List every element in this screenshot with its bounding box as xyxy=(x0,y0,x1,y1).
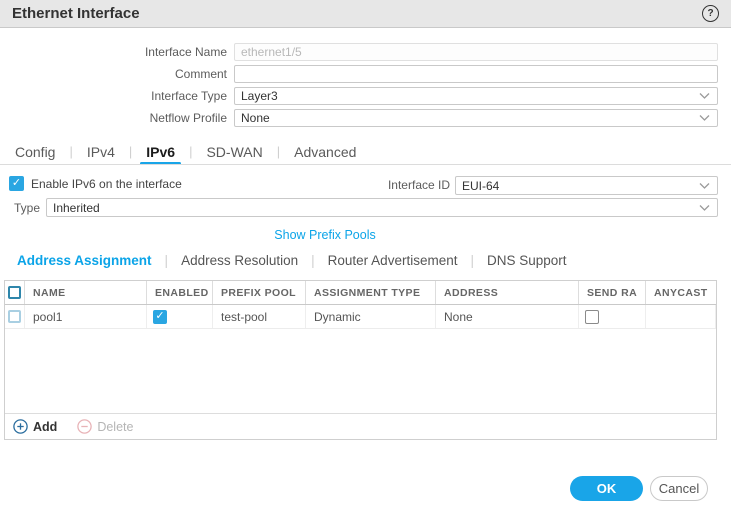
plus-circle-icon xyxy=(13,419,28,434)
netflow-profile-select[interactable]: None xyxy=(234,109,718,127)
interface-name-field: ethernet1/5 xyxy=(234,43,718,61)
tab-separator: | xyxy=(69,144,73,159)
table-body: pool1 ✓ test-pool Dynamic None xyxy=(5,305,716,329)
check-icon: ✓ xyxy=(11,177,22,189)
subtab-separator: | xyxy=(470,252,474,268)
cell-address: None xyxy=(436,305,579,328)
column-header-name: NAME xyxy=(25,281,147,304)
netflow-profile-value: None xyxy=(241,111,270,125)
interface-name-label: Interface Name xyxy=(144,45,227,59)
subtab-dns-support[interactable]: DNS Support xyxy=(487,253,567,268)
tab-config[interactable]: Config xyxy=(13,139,57,164)
show-prefix-pools-link[interactable]: Show Prefix Pools xyxy=(250,228,400,242)
column-header-prefix-pool: PREFIX POOL xyxy=(213,281,306,304)
cancel-button[interactable]: Cancel xyxy=(650,476,708,501)
enable-ipv6-label: Enable IPv6 on the interface xyxy=(31,176,182,191)
interface-type-value: Layer3 xyxy=(241,89,278,103)
send-ra-checkbox[interactable] xyxy=(585,309,599,324)
delete-button-label: Delete xyxy=(97,419,134,434)
tab-separator: | xyxy=(189,144,193,159)
form-row-netflow-profile: Netflow Profile None xyxy=(0,109,718,127)
main-tabs: Config | IPv4 | IPv6 | SD-WAN | Advanced xyxy=(13,139,358,165)
tabs-divider xyxy=(0,164,731,165)
select-all-checkbox[interactable] xyxy=(8,286,21,299)
sub-tabs: Address Assignment | Address Resolution | Ro… xyxy=(17,250,567,270)
column-header-enabled: ENABLED xyxy=(147,281,213,304)
interface-id-label: Interface ID xyxy=(387,178,450,192)
table-action-bar: Add Delete xyxy=(5,413,716,439)
chevron-down-icon xyxy=(699,93,710,100)
table-empty-area xyxy=(5,329,716,413)
tab-separator: | xyxy=(276,144,281,159)
dialog-title: Ethernet Interface xyxy=(12,5,140,22)
comment-label: Comment xyxy=(174,67,227,81)
row-select-cell xyxy=(5,305,25,328)
subtab-separator: | xyxy=(311,252,315,268)
tab-sd-wan[interactable]: SD-WAN xyxy=(204,139,264,164)
address-assignment-table: NAME ENABLED PREFIX POOL ASSIGNMENT TYPE ADD… xyxy=(4,280,717,440)
form-row-comment: Comment xyxy=(0,65,718,83)
column-header-assignment-type: ASSIGNMENT TYPE xyxy=(306,281,436,304)
subtab-separator: | xyxy=(164,252,169,268)
interface-type-label: Interface Type xyxy=(151,89,227,103)
help-icon[interactable]: ? xyxy=(702,5,719,22)
table-header-row: NAME ENABLED PREFIX POOL ASSIGNMENT TYPE ADD… xyxy=(5,281,716,305)
column-header-anycast: ANYCAST xyxy=(654,286,708,299)
tab-ipv6[interactable]: IPv6 xyxy=(140,139,181,165)
cell-enabled: ✓ xyxy=(147,305,213,328)
add-button-label: Add xyxy=(33,419,58,434)
check-icon: ✓ xyxy=(155,310,165,322)
tab-ipv4[interactable]: IPv4 xyxy=(85,139,117,164)
chevron-down-icon xyxy=(699,182,710,189)
type-select[interactable]: Inherited xyxy=(46,198,718,217)
interface-id-select[interactable]: EUI-64 xyxy=(455,176,718,195)
interface-id-value: EUI-64 xyxy=(462,178,500,193)
subtab-address-resolution[interactable]: Address Resolution xyxy=(181,253,298,268)
cell-anycast xyxy=(646,305,716,328)
interface-type-select[interactable]: Layer3 xyxy=(234,87,718,105)
row-select-checkbox[interactable] xyxy=(8,310,21,323)
add-button[interactable]: Add xyxy=(13,419,57,434)
comment-field[interactable] xyxy=(234,65,718,83)
netflow-profile-label: Netflow Profile xyxy=(149,111,227,125)
dialog-titlebar: Ethernet Interface ? xyxy=(0,0,731,28)
form-row-interface-name: Interface Name ethernet1/5 xyxy=(0,43,718,61)
enable-ipv6-row: ✓ Enable IPv6 on the interface xyxy=(9,176,182,191)
form-row-interface-type: Interface Type Layer3 xyxy=(0,87,718,105)
enabled-checkbox[interactable]: ✓ xyxy=(153,309,167,324)
cell-assignment-type: Dynamic xyxy=(306,305,436,328)
interface-name-value: ethernet1/5 xyxy=(241,45,302,59)
header-select-all-cell xyxy=(5,281,25,304)
delete-button[interactable]: Delete xyxy=(77,419,133,434)
cell-name: pool1 xyxy=(25,305,147,328)
subtab-address-assignment[interactable]: Address Assignment xyxy=(17,253,152,268)
tab-separator: | xyxy=(128,144,133,159)
ok-button[interactable]: OK xyxy=(570,476,643,501)
cell-send-ra xyxy=(579,305,646,328)
chevron-down-icon xyxy=(699,204,710,211)
chevron-down-icon xyxy=(699,115,710,122)
table-row[interactable]: pool1 ✓ test-pool Dynamic None xyxy=(5,305,716,329)
type-label: Type xyxy=(13,201,40,215)
enable-ipv6-checkbox[interactable]: ✓ xyxy=(9,176,24,191)
tab-advanced[interactable]: Advanced xyxy=(292,139,358,164)
minus-circle-icon xyxy=(77,419,93,434)
column-header-send-ra: SEND RA xyxy=(579,281,646,304)
subtab-router-advertisement[interactable]: Router Advertisement xyxy=(328,253,458,268)
cell-prefix-pool: test-pool xyxy=(213,305,306,328)
column-header-address: ADDRESS xyxy=(436,281,579,304)
type-value: Inherited xyxy=(53,200,100,215)
